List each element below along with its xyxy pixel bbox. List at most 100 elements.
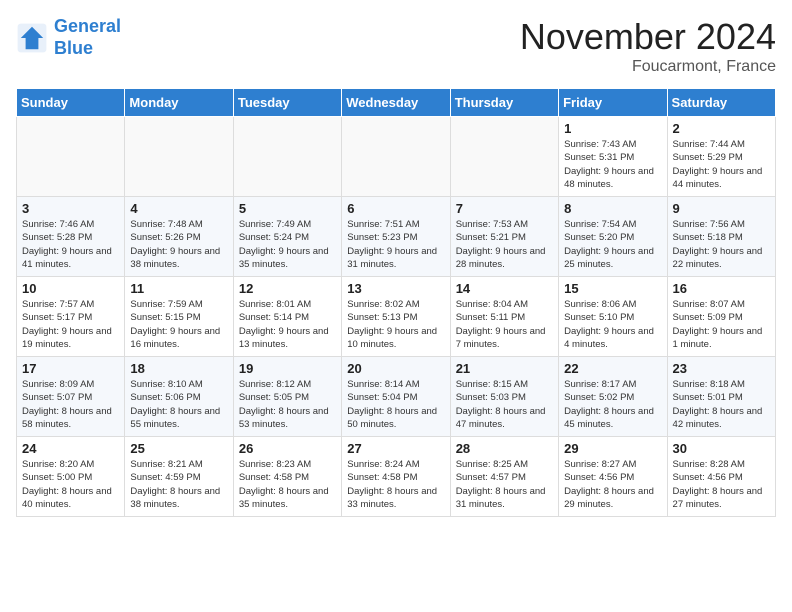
day-number: 29 xyxy=(564,441,661,456)
day-info: Sunrise: 8:17 AM Sunset: 5:02 PM Dayligh… xyxy=(564,378,661,431)
day-info: Sunrise: 7:59 AM Sunset: 5:15 PM Dayligh… xyxy=(130,298,227,351)
calendar-day-cell: 21Sunrise: 8:15 AM Sunset: 5:03 PM Dayli… xyxy=(450,357,558,437)
calendar-week-row: 24 Sunrise: 8:20 AM Sunset: 5:00 PM Dayli… xyxy=(17,437,776,517)
calendar-day-cell: 11 Sunrise: 7:59 AM Sunset: 5:15 PM Dayli… xyxy=(125,277,233,357)
day-info: Sunrise: 7:53 AM Sunset: 5:21 PM Dayligh… xyxy=(456,218,553,271)
day-number: 17 xyxy=(22,361,119,376)
day-info: Sunrise: 7:44 AM Sunset: 5:29 PM Dayligh… xyxy=(673,138,770,191)
title-section: November 2024 Foucarmont, France xyxy=(520,16,776,76)
day-info: Sunrise: 8:18 AM Sunset: 5:01 PM Dayligh… xyxy=(673,378,770,431)
day-number: 25 xyxy=(130,441,227,456)
header: General Blue November 2024 Foucarmont, F… xyxy=(16,16,776,76)
calendar-day-cell: 15 Sunrise: 8:06 AM Sunset: 5:10 PM Dayli… xyxy=(559,277,667,357)
calendar-day-cell: 27 Sunrise: 8:24 AM Sunset: 4:58 PM Dayli… xyxy=(342,437,450,517)
day-info: Sunrise: 8:09 AM Sunset: 5:07 PM Dayligh… xyxy=(22,378,119,431)
calendar-day-cell: 3 Sunrise: 7:46 AM Sunset: 5:28 PM Daylig… xyxy=(17,197,125,277)
day-info: Sunrise: 8:25 AM Sunset: 4:57 PM Dayligh… xyxy=(456,458,553,511)
day-number: 9 xyxy=(673,201,770,216)
calendar-header-cell: Sunday xyxy=(17,89,125,117)
calendar-day-cell: 19 Sunrise: 8:12 AM Sunset: 5:05 PM Dayli… xyxy=(233,357,341,437)
logo-line2: Blue xyxy=(54,38,93,58)
calendar-day-cell xyxy=(233,117,341,197)
day-info: Sunrise: 8:24 AM Sunset: 4:58 PM Dayligh… xyxy=(347,458,444,511)
calendar-day-cell: 26Sunrise: 8:23 AM Sunset: 4:58 PM Dayli… xyxy=(233,437,341,517)
day-info: Sunrise: 8:14 AM Sunset: 5:04 PM Dayligh… xyxy=(347,378,444,431)
day-info: Sunrise: 7:43 AM Sunset: 5:31 PM Dayligh… xyxy=(564,138,661,191)
day-number: 27 xyxy=(347,441,444,456)
day-number: 16 xyxy=(673,281,770,296)
day-info: Sunrise: 8:20 AM Sunset: 5:00 PM Dayligh… xyxy=(22,458,119,511)
calendar-day-cell: 28 Sunrise: 8:25 AM Sunset: 4:57 PM Dayli… xyxy=(450,437,558,517)
day-number: 2 xyxy=(673,121,770,136)
day-info: Sunrise: 8:02 AM Sunset: 5:13 PM Dayligh… xyxy=(347,298,444,351)
day-number: 14 xyxy=(456,281,553,296)
calendar-day-cell: 4Sunrise: 7:48 AM Sunset: 5:26 PM Daylig… xyxy=(125,197,233,277)
day-number: 10 xyxy=(22,281,119,296)
logo-icon xyxy=(16,22,48,54)
day-info: Sunrise: 8:04 AM Sunset: 5:11 PM Dayligh… xyxy=(456,298,553,351)
calendar-body: 1 Sunrise: 7:43 AM Sunset: 5:31 PM Daylig… xyxy=(17,117,776,517)
calendar-day-cell: 14 Sunrise: 8:04 AM Sunset: 5:11 PM Dayli… xyxy=(450,277,558,357)
calendar-day-cell: 6 Sunrise: 7:51 AM Sunset: 5:23 PM Daylig… xyxy=(342,197,450,277)
location-title: Foucarmont, France xyxy=(520,58,776,76)
day-info: Sunrise: 8:12 AM Sunset: 5:05 PM Dayligh… xyxy=(239,378,336,431)
day-number: 8 xyxy=(564,201,661,216)
day-number: 22 xyxy=(564,361,661,376)
calendar-day-cell: 10 Sunrise: 7:57 AM Sunset: 5:17 PM Dayli… xyxy=(17,277,125,357)
day-info: Sunrise: 8:06 AM Sunset: 5:10 PM Dayligh… xyxy=(564,298,661,351)
day-info: Sunrise: 8:07 AM Sunset: 5:09 PM Dayligh… xyxy=(673,298,770,351)
day-info: Sunrise: 8:15 AM Sunset: 5:03 PM Dayligh… xyxy=(456,378,553,431)
calendar-day-cell: 30Sunrise: 8:28 AM Sunset: 4:56 PM Dayli… xyxy=(667,437,775,517)
calendar-day-cell: 12Sunrise: 8:01 AM Sunset: 5:14 PM Dayli… xyxy=(233,277,341,357)
day-info: Sunrise: 7:56 AM Sunset: 5:18 PM Dayligh… xyxy=(673,218,770,271)
day-number: 23 xyxy=(673,361,770,376)
calendar-table: SundayMondayTuesdayWednesdayThursdayFrid… xyxy=(16,88,776,517)
day-number: 15 xyxy=(564,281,661,296)
day-info: Sunrise: 7:49 AM Sunset: 5:24 PM Dayligh… xyxy=(239,218,336,271)
calendar-day-cell: 24 Sunrise: 8:20 AM Sunset: 5:00 PM Dayli… xyxy=(17,437,125,517)
day-number: 4 xyxy=(130,201,227,216)
day-info: Sunrise: 7:54 AM Sunset: 5:20 PM Dayligh… xyxy=(564,218,661,271)
day-info: Sunrise: 7:57 AM Sunset: 5:17 PM Dayligh… xyxy=(22,298,119,351)
month-title: November 2024 xyxy=(520,16,776,58)
calendar-day-cell: 17 Sunrise: 8:09 AM Sunset: 5:07 PM Dayli… xyxy=(17,357,125,437)
calendar-day-cell: 25Sunrise: 8:21 AM Sunset: 4:59 PM Dayli… xyxy=(125,437,233,517)
day-info: Sunrise: 8:27 AM Sunset: 4:56 PM Dayligh… xyxy=(564,458,661,511)
calendar-header-cell: Tuesday xyxy=(233,89,341,117)
day-number: 5 xyxy=(239,201,336,216)
calendar-day-cell: 18Sunrise: 8:10 AM Sunset: 5:06 PM Dayli… xyxy=(125,357,233,437)
logo: General Blue xyxy=(16,16,121,59)
day-number: 19 xyxy=(239,361,336,376)
day-info: Sunrise: 8:10 AM Sunset: 5:06 PM Dayligh… xyxy=(130,378,227,431)
day-number: 3 xyxy=(22,201,119,216)
calendar-day-cell: 9 Sunrise: 7:56 AM Sunset: 5:18 PM Daylig… xyxy=(667,197,775,277)
day-info: Sunrise: 7:51 AM Sunset: 5:23 PM Dayligh… xyxy=(347,218,444,271)
calendar-day-cell: 16 Sunrise: 8:07 AM Sunset: 5:09 PM Dayli… xyxy=(667,277,775,357)
day-number: 28 xyxy=(456,441,553,456)
calendar-week-row: 1 Sunrise: 7:43 AM Sunset: 5:31 PM Daylig… xyxy=(17,117,776,197)
logo-line1: General xyxy=(54,16,121,36)
calendar-day-cell: 8 Sunrise: 7:54 AM Sunset: 5:20 PM Daylig… xyxy=(559,197,667,277)
calendar-week-row: 17 Sunrise: 8:09 AM Sunset: 5:07 PM Dayli… xyxy=(17,357,776,437)
day-number: 13 xyxy=(347,281,444,296)
calendar-day-cell: 20 Sunrise: 8:14 AM Sunset: 5:04 PM Dayli… xyxy=(342,357,450,437)
calendar-header-cell: Monday xyxy=(125,89,233,117)
day-info: Sunrise: 8:01 AM Sunset: 5:14 PM Dayligh… xyxy=(239,298,336,351)
logo-text: General Blue xyxy=(54,16,121,59)
calendar-header-cell: Saturday xyxy=(667,89,775,117)
day-number: 26 xyxy=(239,441,336,456)
calendar-header-cell: Thursday xyxy=(450,89,558,117)
day-number: 7 xyxy=(456,201,553,216)
calendar-day-cell: 13 Sunrise: 8:02 AM Sunset: 5:13 PM Dayli… xyxy=(342,277,450,357)
calendar-week-row: 3 Sunrise: 7:46 AM Sunset: 5:28 PM Daylig… xyxy=(17,197,776,277)
day-number: 24 xyxy=(22,441,119,456)
calendar-day-cell xyxy=(17,117,125,197)
day-number: 20 xyxy=(347,361,444,376)
day-number: 30 xyxy=(673,441,770,456)
day-number: 1 xyxy=(564,121,661,136)
day-number: 6 xyxy=(347,201,444,216)
day-number: 11 xyxy=(130,281,227,296)
day-info: Sunrise: 7:46 AM Sunset: 5:28 PM Dayligh… xyxy=(22,218,119,271)
calendar-day-cell: 2 Sunrise: 7:44 AM Sunset: 5:29 PM Daylig… xyxy=(667,117,775,197)
calendar-day-cell: 22 Sunrise: 8:17 AM Sunset: 5:02 PM Dayli… xyxy=(559,357,667,437)
